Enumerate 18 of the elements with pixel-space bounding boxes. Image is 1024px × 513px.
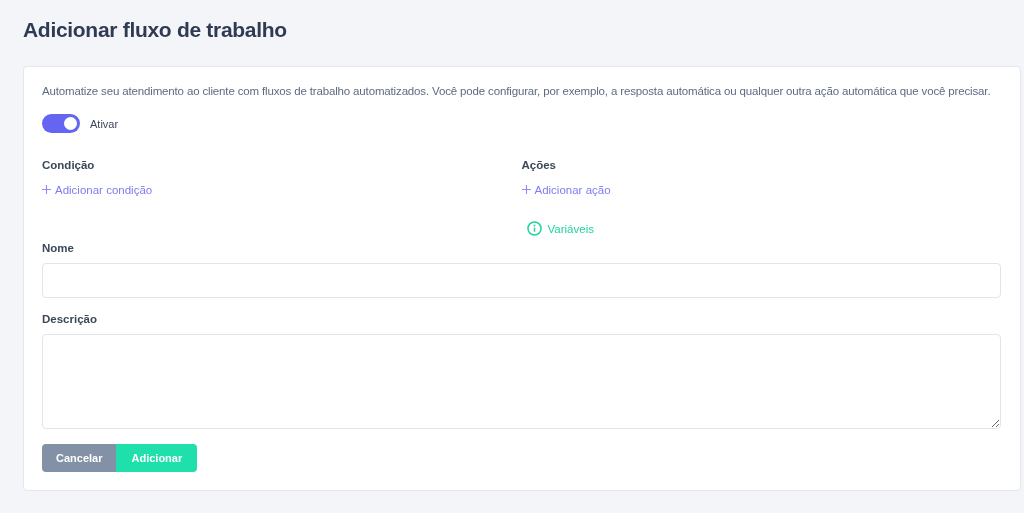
description-text: Automatize seu atendimento ao cliente com fluxos de trabalho automatizados. Você pode configurar, por exemplo, a resposta automática ou qualquer outra ação automática que você precisar. — [42, 85, 992, 97]
toggle-label: Ativar — [90, 117, 119, 130]
field-label: Descrição — [42, 313, 98, 325]
plus-icon — [42, 185, 51, 194]
page-title: Adicionar fluxo de trabalho — [23, 18, 288, 42]
add-action-link[interactable]: Adicionar ação — [521, 183, 611, 196]
add-condition-link[interactable]: Adicionar condição — [42, 183, 153, 196]
toggle-switch[interactable] — [42, 114, 80, 133]
info-icon — [526, 221, 542, 236]
plus-icon — [521, 185, 531, 194]
actions-heading: Ações — [521, 159, 558, 171]
add-button[interactable]: Adicionar — [116, 444, 198, 472]
variables-link[interactable]: Variáveis — [547, 222, 594, 235]
cancel-button[interactable]: Cancelar — [42, 444, 117, 472]
name-input[interactable] — [42, 263, 1001, 298]
field-label: Nome — [42, 242, 75, 254]
description-textarea[interactable] — [42, 334, 1001, 429]
condition-heading: Condição — [42, 159, 96, 171]
